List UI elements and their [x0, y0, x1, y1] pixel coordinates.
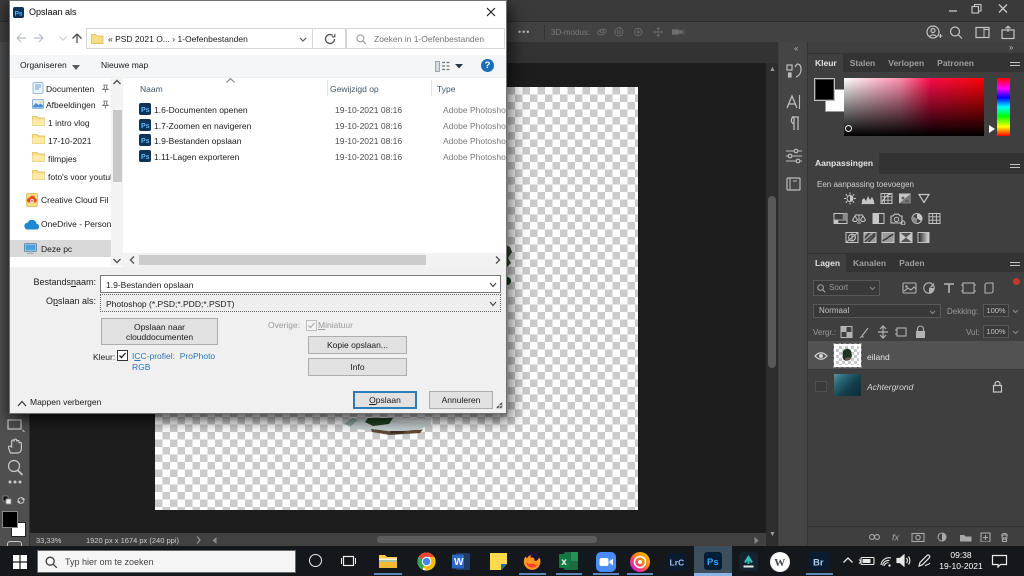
svg-text:Ps: Ps — [141, 138, 150, 145]
svg-text:Ps: Ps — [141, 154, 150, 161]
svg-text:W: W — [774, 557, 785, 569]
svg-text:Ps: Ps — [15, 10, 23, 17]
svg-text:fx: fx — [892, 533, 900, 543]
svg-text:W: W — [454, 557, 464, 568]
svg-text:Ps: Ps — [141, 123, 150, 130]
svg-text:x: x — [561, 557, 567, 568]
svg-text:Br: Br — [813, 558, 824, 569]
svg-text:LrC: LrC — [670, 558, 685, 568]
svg-text:Ps: Ps — [141, 107, 150, 114]
svg-text:Ps: Ps — [707, 557, 719, 568]
